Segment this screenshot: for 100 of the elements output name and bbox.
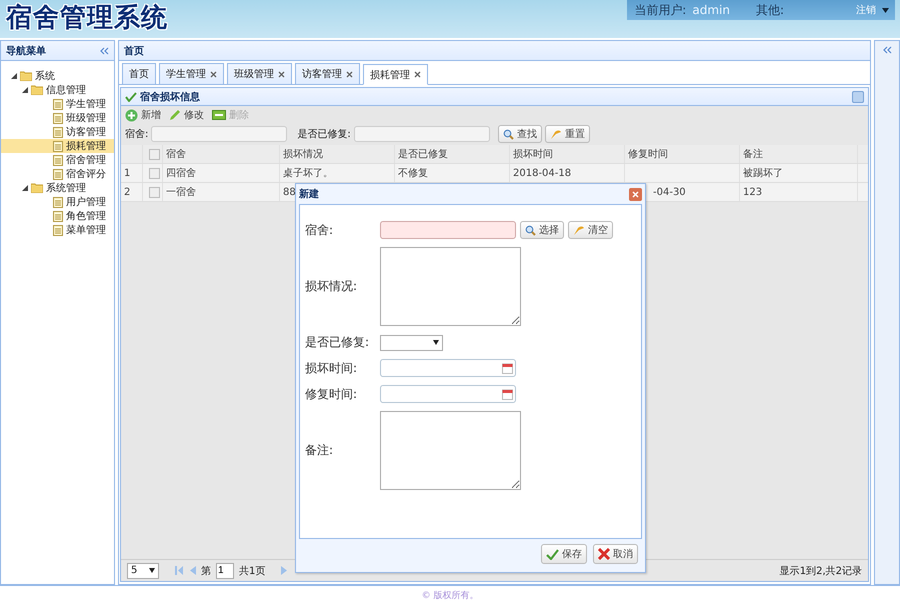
reset-button[interactable]: 重置 [544,125,590,143]
cancel-button[interactable]: 取消 [593,544,638,564]
brush-icon [573,224,585,236]
text-area[interactable] [380,411,521,490]
toolbar-button[interactable]: 新增 [125,108,161,122]
dorm-search-field[interactable] [151,126,288,142]
dorm-input[interactable] [380,221,516,239]
select-button[interactable]: 选择 [520,221,564,239]
other-label: 其他: [756,2,784,18]
brush-icon [550,128,562,140]
tree-item[interactable]: 用户管理 [1,195,114,209]
checkbox[interactable] [148,186,160,198]
column-header[interactable]: 修复时间 [625,145,740,163]
tab[interactable]: 访客管理 [295,63,360,84]
checkbox[interactable] [148,148,160,160]
column-header[interactable]: 备注 [740,145,858,163]
caret-icon[interactable] [433,340,439,345]
toolbar-button[interactable]: 修改 [169,108,204,122]
folder-icon [31,183,43,193]
caret-icon[interactable] [149,568,155,573]
record-summary: 显示1到2,共2记录 [780,564,862,578]
app-title: 宿舍管理系统 [6,2,168,35]
row-number: 1 [121,164,143,182]
check-icon [125,92,137,102]
save-button[interactable]: 保存 [541,544,587,564]
expand-icon[interactable] [22,87,28,93]
dialog-title: 新建 [299,187,319,201]
table-cell: 一宿舍 [163,183,280,201]
close-icon[interactable] [278,70,285,78]
column-header[interactable]: 损坏时间 [510,145,625,163]
file-icon [53,224,63,236]
column-header[interactable]: 宿舍 [163,145,280,163]
tab[interactable]: 学生管理 [159,63,224,84]
tree-folder[interactable]: 系统 [1,69,114,83]
date-field[interactable] [380,359,516,377]
tree-item[interactable]: 访客管理 [1,125,114,139]
caret-icon[interactable] [882,8,889,12]
expand-icon[interactable] [11,73,17,79]
tree-item[interactable]: 宿舍评分 [1,167,114,181]
file-icon [53,196,63,208]
column-header[interactable]: 损坏情况 [280,145,395,163]
column-header[interactable]: 是否已修复 [395,145,510,163]
field-label: 是否已修复: [305,334,370,351]
field-label: 修复时间: [305,386,358,402]
file-icon [53,98,63,110]
tab[interactable]: 首页 [122,63,156,84]
table-cell: 123 [740,183,858,201]
dorm-label: 宿舍: [125,128,148,141]
clear-button[interactable]: 清空 [568,221,613,239]
file-icon [53,126,63,138]
table-cell: 桌子坏了。 [280,164,395,182]
expand-icon[interactable] [22,185,28,191]
close-icon[interactable] [210,70,217,78]
tree-item[interactable]: 学生管理 [1,97,114,111]
checkbox[interactable] [148,168,160,178]
close-icon[interactable] [346,70,353,78]
file-icon [53,112,63,124]
page-input[interactable]: 1 [216,562,234,578]
repaired-search-field[interactable] [354,126,490,142]
copyright: © 版权所有。 [0,585,900,605]
table-cell: 被踢坏了 [740,164,858,182]
tab[interactable]: 损耗管理 [363,64,428,85]
field-label: 备注: [305,442,334,459]
first-page-icon[interactable] [175,566,183,575]
find-button[interactable]: 查找 [498,125,542,143]
file-icon [53,154,63,166]
cross-icon [598,548,610,560]
plus-icon [125,108,138,122]
tree-item[interactable]: 班级管理 [1,111,114,125]
user-label: 当前用户: [634,2,686,18]
tab[interactable]: 班级管理 [227,63,292,84]
tree-item[interactable]: 角色管理 [1,209,114,223]
tree-item[interactable]: 菜单管理 [1,223,114,237]
minus-icon [212,110,226,120]
tree-item[interactable]: 宿舍管理 [1,153,114,167]
table-cell: 四宿舍 [163,164,280,182]
close-button[interactable] [629,188,642,200]
file-icon [53,210,63,222]
tree-folder[interactable]: 信息管理 [1,83,114,97]
calendar-icon [502,388,513,400]
search-icon [502,128,514,140]
panel-title: 宿舍损坏信息 [140,90,200,104]
table-cell: 不修复 [395,164,510,182]
text-area[interactable] [380,247,521,326]
file-icon [53,168,63,180]
file-icon [53,140,63,152]
sidebar-title: 导航菜单 [6,44,46,58]
previous-page-icon[interactable] [188,566,196,575]
total-pages: 共1页 [239,564,266,578]
folder-icon [31,85,43,95]
close-icon[interactable] [414,71,421,78]
pencil-icon [169,109,181,121]
calendar-icon [502,362,513,374]
field-label: 损坏时间: [305,360,358,376]
tree-item[interactable]: 损耗管理 [1,139,114,153]
table-cell: 2018-04-18 [510,164,625,182]
date-field[interactable] [380,385,516,403]
tree-folder[interactable]: 系统管理 [1,181,114,195]
next-page-icon[interactable] [281,566,290,575]
page-size-select[interactable]: 5 [127,562,159,578]
